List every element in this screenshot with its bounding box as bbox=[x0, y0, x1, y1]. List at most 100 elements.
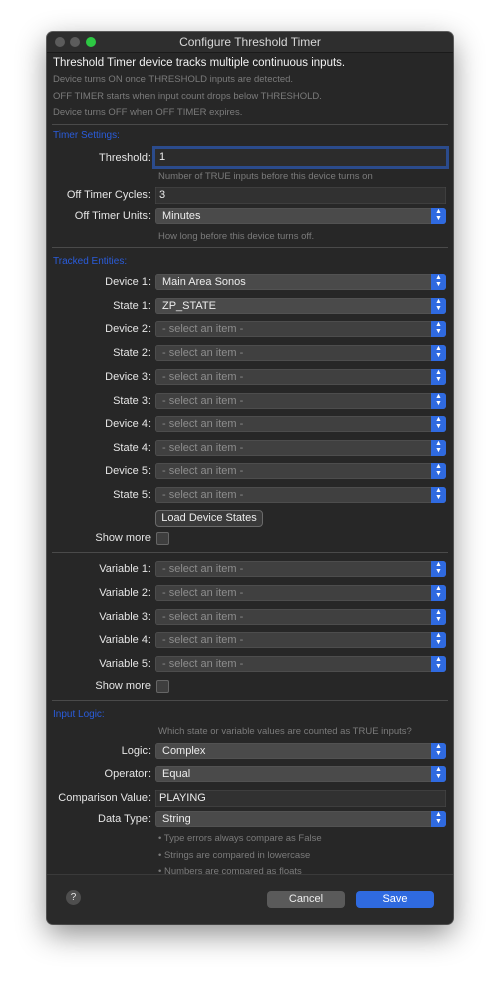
variable-1-select[interactable]: - select an item - ▲ ▼ bbox=[155, 561, 446, 577]
chevron-updown-icon: ▲ ▼ bbox=[431, 208, 446, 224]
data-type-note: • Strings are compared in lowercase bbox=[158, 850, 311, 861]
off-timer-cycles-field[interactable]: 3 bbox=[155, 187, 446, 204]
chevron-updown-icon: ▲ ▼ bbox=[431, 463, 446, 479]
threshold-hint: Number of TRUE inputs before this device… bbox=[158, 171, 373, 182]
variable-2-label: Variable 2: bbox=[99, 587, 151, 599]
chevron-updown-icon: ▲ ▼ bbox=[431, 656, 446, 672]
intro-line: OFF TIMER starts when input count drops … bbox=[53, 91, 322, 102]
timer-settings-heading: Timer Settings: bbox=[53, 130, 120, 141]
help-icon[interactable]: ? bbox=[66, 890, 81, 905]
variable-3-select[interactable]: - select an item - ▲ ▼ bbox=[155, 609, 446, 625]
title-bar: Configure Threshold Timer bbox=[47, 32, 453, 53]
device-4-select[interactable]: - select an item - ▲ ▼ bbox=[155, 416, 446, 432]
chevron-updown-icon: ▲ ▼ bbox=[431, 321, 446, 337]
chevron-updown-icon: ▲ ▼ bbox=[431, 609, 446, 625]
variable-5-select[interactable]: - select an item - ▲ ▼ bbox=[155, 656, 446, 672]
device-4-value: - select an item - bbox=[162, 418, 244, 430]
device-3-select[interactable]: - select an item - ▲ ▼ bbox=[155, 369, 446, 385]
state-5-select[interactable]: - select an item - ▲ ▼ bbox=[155, 487, 446, 503]
chevron-updown-icon: ▲ ▼ bbox=[431, 766, 446, 782]
device-3-value: - select an item - bbox=[162, 371, 244, 383]
operator-label: Operator: bbox=[104, 768, 151, 780]
chevron-updown-icon: ▲ ▼ bbox=[431, 585, 446, 601]
device-1-select[interactable]: Main Area Sonos ▲ ▼ bbox=[155, 274, 446, 290]
threshold-field[interactable]: 1 bbox=[155, 149, 446, 166]
chevron-updown-icon: ▲ ▼ bbox=[431, 743, 446, 759]
off-timer-cycles-label: Off Timer Cycles: bbox=[66, 189, 151, 201]
off-timer-units-select[interactable]: Minutes ▲ ▼ bbox=[155, 208, 446, 224]
comparison-value: PLAYING bbox=[159, 792, 206, 804]
logic-select[interactable]: Complex ▲ ▼ bbox=[155, 743, 446, 759]
chevron-updown-icon: ▲ ▼ bbox=[431, 274, 446, 290]
state-4-select[interactable]: - select an item - ▲ ▼ bbox=[155, 440, 446, 456]
variable-3-label: Variable 3: bbox=[99, 611, 151, 623]
logic-value: Complex bbox=[162, 745, 206, 757]
chevron-updown-icon: ▲ ▼ bbox=[431, 369, 446, 385]
show-more-devices-checkbox[interactable] bbox=[156, 532, 169, 545]
variable-1-value: - select an item - bbox=[162, 563, 244, 575]
show-more-variables-checkbox[interactable] bbox=[156, 680, 169, 693]
device-1-label: Device 1: bbox=[105, 276, 151, 288]
variable-2-select[interactable]: - select an item - ▲ ▼ bbox=[155, 585, 446, 601]
intro-line: Device turns ON once THRESHOLD inputs ar… bbox=[53, 74, 294, 85]
input-logic-heading: Input Logic: bbox=[53, 709, 105, 720]
state-5-label: State 5: bbox=[113, 489, 151, 501]
save-button[interactable]: Save bbox=[356, 891, 434, 908]
divider bbox=[52, 700, 448, 701]
device-5-select[interactable]: - select an item - ▲ ▼ bbox=[155, 463, 446, 479]
off-timer-units-hint: How long before this device turns off. bbox=[158, 231, 315, 242]
tracked-entities-heading: Tracked Entities: bbox=[53, 256, 128, 267]
variable-5-label: Variable 5: bbox=[99, 658, 151, 670]
state-1-value: ZP_STATE bbox=[162, 300, 216, 312]
chevron-updown-icon: ▲ ▼ bbox=[431, 561, 446, 577]
chevron-updown-icon: ▲ ▼ bbox=[431, 345, 446, 361]
chevron-updown-icon: ▲ ▼ bbox=[431, 298, 446, 314]
variable-2-value: - select an item - bbox=[162, 587, 244, 599]
state-3-select[interactable]: - select an item - ▲ ▼ bbox=[155, 393, 446, 409]
state-1-select[interactable]: ZP_STATE ▲ ▼ bbox=[155, 298, 446, 314]
device-5-value: - select an item - bbox=[162, 465, 244, 477]
device-4-label: Device 4: bbox=[105, 418, 151, 430]
threshold-label: Threshold: bbox=[99, 152, 151, 164]
device-5-label: Device 5: bbox=[105, 465, 151, 477]
divider bbox=[52, 124, 448, 125]
intro-line: Device turns OFF when OFF TIMER expires. bbox=[53, 107, 243, 118]
state-5-value: - select an item - bbox=[162, 489, 244, 501]
show-more-devices-label: Show more bbox=[95, 532, 151, 544]
device-1-value: Main Area Sonos bbox=[162, 276, 246, 288]
intro-title: Threshold Timer device tracks multiple c… bbox=[53, 57, 346, 69]
operator-select[interactable]: Equal ▲ ▼ bbox=[155, 766, 446, 782]
data-type-value: String bbox=[162, 813, 191, 825]
variable-3-value: - select an item - bbox=[162, 611, 244, 623]
variable-4-select[interactable]: - select an item - ▲ ▼ bbox=[155, 632, 446, 648]
state-3-value: - select an item - bbox=[162, 395, 244, 407]
chevron-updown-icon: ▲ ▼ bbox=[431, 487, 446, 503]
state-4-value: - select an item - bbox=[162, 442, 244, 454]
threshold-value: 1 bbox=[159, 151, 166, 163]
data-type-select[interactable]: String ▲ ▼ bbox=[155, 811, 446, 827]
divider bbox=[52, 247, 448, 248]
variable-1-label: Variable 1: bbox=[99, 563, 151, 575]
input-logic-hint: Which state or variable values are count… bbox=[158, 726, 412, 737]
off-timer-units-label: Off Timer Units: bbox=[74, 210, 151, 222]
chevron-updown-icon: ▲ ▼ bbox=[431, 632, 446, 648]
state-4-label: State 4: bbox=[113, 442, 151, 454]
variable-4-value: - select an item - bbox=[162, 634, 244, 646]
off-timer-cycles-value: 3 bbox=[159, 189, 166, 201]
variable-5-value: - select an item - bbox=[162, 658, 244, 670]
chevron-updown-icon: ▲ ▼ bbox=[431, 811, 446, 827]
variable-4-label: Variable 4: bbox=[99, 634, 151, 646]
data-type-label: Data Type: bbox=[98, 813, 151, 825]
data-type-note: • Type errors always compare as False bbox=[158, 833, 322, 844]
load-device-states-button[interactable]: Load Device States bbox=[155, 510, 263, 527]
cancel-button[interactable]: Cancel bbox=[267, 891, 345, 908]
chevron-updown-icon: ▲ ▼ bbox=[431, 416, 446, 432]
state-1-label: State 1: bbox=[113, 300, 151, 312]
show-more-variables-label: Show more bbox=[95, 680, 151, 692]
config-dialog: Configure Threshold Timer Threshold Time… bbox=[47, 32, 453, 924]
chevron-updown-icon: ▲ ▼ bbox=[431, 393, 446, 409]
device-2-value: - select an item - bbox=[162, 323, 244, 335]
comparison-value-field[interactable]: PLAYING bbox=[155, 790, 446, 807]
state-2-select[interactable]: - select an item - ▲ ▼ bbox=[155, 345, 446, 361]
device-2-select[interactable]: - select an item - ▲ ▼ bbox=[155, 321, 446, 337]
